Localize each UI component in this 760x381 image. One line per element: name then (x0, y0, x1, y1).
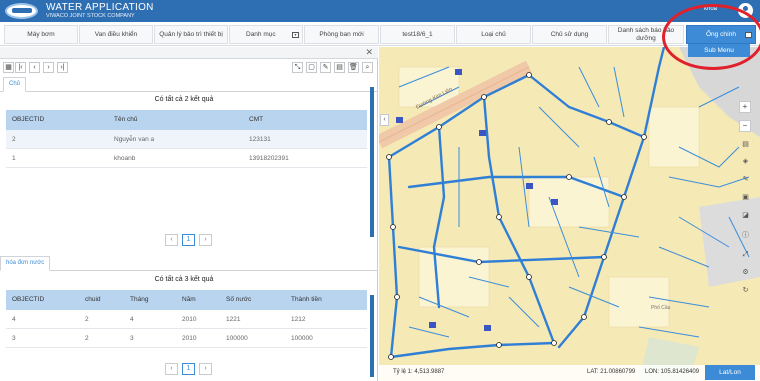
calendar-icon[interactable]: ▤ (334, 62, 345, 73)
menu-chu-su-dung[interactable]: Chủ sử dụng (532, 25, 607, 44)
cell-cmt: 123131 (249, 136, 271, 143)
col-nam[interactable]: Năm (182, 296, 196, 303)
cell-objectid: 2 (12, 136, 16, 143)
grid-icon[interactable]: ▦ (3, 62, 14, 73)
cell-nam: 2010 (182, 316, 197, 323)
table-row[interactable]: 4 2 4 2010 1221 1212 (6, 310, 367, 329)
refresh-icon[interactable]: ↻ (741, 286, 750, 295)
prev-page-icon[interactable]: ‹ (29, 62, 40, 73)
table-hoa-don: OBJECTID chuid Tháng Năm Số nước Thành t… (6, 290, 367, 348)
street-label-pho-cau: Phố Cầu (651, 305, 671, 311)
menu-danh-muc-label: Danh mục (246, 30, 276, 38)
col-thanh-tien[interactable]: Thành tiền (291, 296, 322, 303)
last-page-icon[interactable]: ›| (57, 62, 68, 73)
cell-thang: 3 (130, 335, 134, 342)
tabbar-chu: Chủ (0, 77, 378, 92)
zoom-in-button[interactable]: + (739, 101, 751, 113)
pager-next-button[interactable]: › (199, 234, 212, 246)
cell-objectid: 1 (12, 155, 16, 162)
zoom-out-button[interactable]: − (739, 120, 751, 132)
viwaco-logo (5, 3, 38, 19)
info-icon[interactable]: ⓘ (741, 231, 750, 240)
pager-page-button[interactable]: 1 (182, 234, 195, 246)
col-objectid[interactable]: OBJECTID (12, 116, 44, 123)
latlon-toggle-button[interactable]: Lat/Lon (705, 365, 755, 380)
cell-objectid: 4 (12, 316, 16, 323)
map-view[interactable]: Đường Kim Liên Phố Cầu (379, 47, 760, 381)
pager-prev-button[interactable]: ‹ (165, 363, 178, 375)
cell-so-nuoc: 1221 (226, 316, 241, 323)
main-menu-bar: Máy bơm Van điều khiển Quản lý bảo trì t… (0, 22, 760, 46)
highlight-annotation (662, 4, 760, 70)
collapse-panel-button[interactable]: ‹ (380, 114, 389, 126)
app-title: WATER APPLICATION (46, 2, 154, 13)
pager-page-button[interactable]: 1 (182, 363, 195, 375)
pager-prev-button[interactable]: ‹ (165, 234, 178, 246)
app-header: WATER APPLICATION VIWACO JOINT STOCK COM… (0, 0, 760, 22)
col-ten-chu[interactable]: Tên chủ (114, 116, 138, 123)
delete-icon[interactable]: 🗑 (348, 62, 359, 73)
menu-test[interactable]: test18/6_1 (380, 25, 455, 44)
table-row[interactable]: 1 khoanb 13918202391 (6, 149, 367, 168)
print-icon[interactable]: ▣ (741, 193, 750, 202)
settings-icon[interactable]: ⚙ (741, 268, 750, 277)
table-header: OBJECTID chuid Tháng Năm Số nước Thành t… (6, 290, 367, 310)
result-count-chu: Có tất cả 2 kết quả (154, 96, 214, 103)
menu-van-dieu-khien[interactable]: Van điều khiển (79, 25, 153, 44)
map-scale: Tỷ lệ 1: 4,513.9887 (393, 369, 445, 375)
cell-chuid: 2 (85, 335, 89, 342)
table-header: OBJECTID Tên chủ CMT (6, 110, 367, 130)
cell-ten-chu: khoanb (114, 155, 136, 162)
menu-danh-muc[interactable]: Danh mục ▾ (229, 25, 303, 44)
result-count-hoa-don: Có tất cả 3 kết quả (154, 276, 214, 283)
fullscreen-icon[interactable]: ⤢ (741, 250, 750, 259)
close-icon[interactable]: ✕ (365, 47, 373, 58)
select-icon[interactable]: ◪ (741, 211, 750, 220)
latitude-readout: LAT: 21.00860799 (587, 369, 636, 375)
longitude-readout: LON: 105.81426409 (645, 369, 700, 375)
search-icon[interactable]: ⌕ (362, 62, 373, 73)
chevron-down-icon: ▾ (292, 32, 299, 38)
menu-may-bom[interactable]: Máy bơm (4, 25, 78, 44)
menu-loai-chu[interactable]: Loại chủ (456, 25, 531, 44)
cell-thang: 4 (130, 316, 134, 323)
col-thang[interactable]: Tháng (130, 296, 148, 303)
app-subtitle: VIWACO JOINT STOCK COMPANY (46, 13, 135, 19)
menu-quan-ly-bao-tri[interactable]: Quản lý bảo trì thiết bị (154, 25, 228, 44)
menu-phong-ban-moi[interactable]: Phòng ban mới (304, 25, 379, 44)
basemap-icon[interactable]: ▤ (741, 140, 750, 149)
measure-icon[interactable]: ✎ (741, 175, 750, 184)
table-chu: OBJECTID Tên chủ CMT 2 Nguyễn van a 1231… (6, 110, 367, 168)
next-page-icon[interactable]: › (43, 62, 54, 73)
map-canvas: Đường Kim Liên Phố Cầu (379, 47, 760, 381)
col-objectid[interactable]: OBJECTID (12, 296, 44, 303)
layers-icon[interactable]: ◈ (741, 157, 750, 166)
edit-icon[interactable]: ✎ (320, 62, 331, 73)
cell-nam: 2010 (182, 335, 197, 342)
first-page-icon[interactable]: |‹ (15, 62, 26, 73)
zoom-to-icon[interactable]: ⤡ (292, 62, 303, 73)
scrollbar[interactable] (370, 295, 374, 377)
cell-chuid: 2 (85, 316, 89, 323)
new-record-icon[interactable]: ▢ (306, 62, 317, 73)
cell-thanh-tien: 100000 (291, 335, 313, 342)
tab-chu[interactable]: Chủ (3, 77, 27, 92)
map-footer: Tỷ lệ 1: 4,513.9887 LAT: 21.00860799 LON… (379, 365, 760, 381)
scrollbar[interactable] (370, 87, 374, 237)
table-row[interactable]: 2 Nguyễn van a 123131 (6, 130, 367, 149)
col-chuid[interactable]: chuid (85, 296, 101, 303)
cell-thanh-tien: 1212 (291, 316, 306, 323)
data-panel: ✕ ▦ |‹ ‹ › ›| ⤡ ▢ ✎ ▤ 🗑 ⌕ Chủ Có tất cả … (0, 47, 378, 381)
cell-cmt: 13918202391 (249, 155, 289, 162)
col-cmt[interactable]: CMT (249, 116, 263, 123)
cell-objectid: 3 (12, 335, 16, 342)
table-row[interactable]: 3 2 3 2010 100000 100000 (6, 329, 367, 348)
tabbar-hoa-don: hóa đơn nước (0, 256, 378, 271)
tab-hoa-don-nuoc[interactable]: hóa đơn nước (0, 256, 51, 271)
cell-ten-chu: Nguyễn van a (114, 136, 155, 143)
pager-next-button[interactable]: › (199, 363, 212, 375)
cell-so-nuoc: 100000 (226, 335, 248, 342)
col-so-nuoc[interactable]: Số nước (226, 296, 251, 303)
panel-titlebar: ✕ (0, 47, 378, 59)
